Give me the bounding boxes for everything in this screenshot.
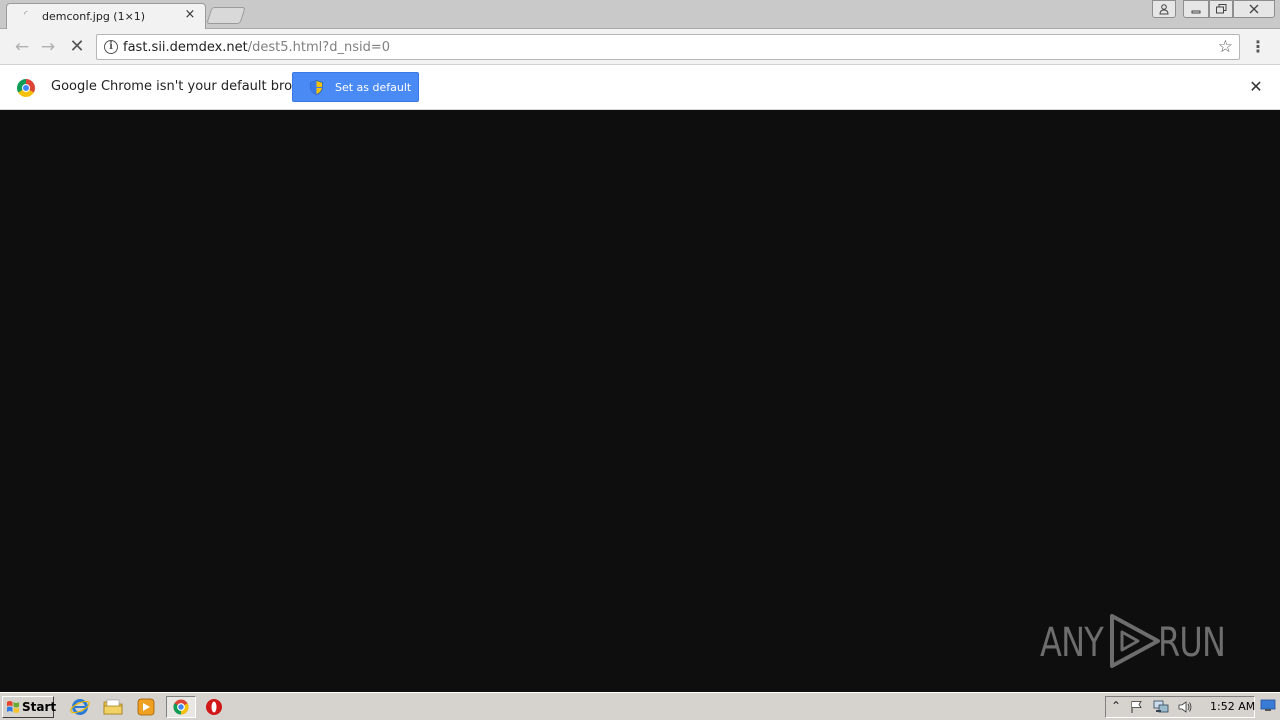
restore-icon [1215,4,1226,14]
network-icon[interactable] [1153,700,1169,714]
show-desktop-icon[interactable] [1260,698,1276,712]
start-button[interactable]: Start [2,696,57,718]
new-tab-button[interactable] [206,7,246,24]
volume-icon[interactable] [1177,700,1193,714]
tab-close-icon[interactable]: × [183,7,197,22]
infobar-message: Google Chrome isn't your default browser [51,79,323,94]
minimize-icon [1191,10,1201,14]
site-info-icon[interactable]: i [104,40,118,54]
chrome-logo-icon [17,79,35,97]
restore-button[interactable] [1209,0,1233,18]
bookmark-star-icon[interactable]: ☆ [1218,37,1233,57]
address-bar[interactable]: i fast.sii.demdex.net/dest5.html?d_nsid=… [96,34,1240,60]
page-content: ANY RUN [0,110,1280,692]
watermark-right-text: RUN [1158,620,1226,666]
internet-explorer-icon[interactable] [69,697,91,717]
browser-toolbar: ← → ✕ i fast.sii.demdex.net/dest5.html?d… [0,29,1280,65]
minimize-button[interactable] [1183,0,1209,18]
set-as-default-label: Set as default [335,81,412,94]
taskbar-clock[interactable]: 1:52 AM [1210,700,1255,713]
chrome-taskbar-button[interactable] [166,696,196,718]
url-text[interactable]: fast.sii.demdex.net/dest5.html?d_nsid=0 [123,40,390,55]
start-label: Start [22,700,57,714]
tab-title: demconf.jpg (1×1) [42,10,146,23]
show-hidden-icons-icon[interactable]: ⌃ [1111,699,1121,713]
close-window-button[interactable] [1233,0,1275,18]
browser-tab[interactable]: ◜ demconf.jpg (1×1) × [6,3,206,30]
back-arrow-icon[interactable]: ← [12,37,32,57]
set-as-default-button[interactable]: Set as default [292,72,419,102]
infobar-close-icon[interactable]: ✕ [1248,78,1264,96]
anyrun-watermark: ANY RUN [1040,608,1240,674]
default-browser-infobar: Google Chrome isn't your default browser… [0,65,1280,110]
close-icon [1249,4,1259,14]
uac-shield-icon [310,80,323,95]
chrome-menu-icon[interactable]: ⋮ [1250,37,1266,57]
system-tray: ⌃ 1:52 AM [1105,696,1255,718]
profile-button[interactable] [1152,0,1176,18]
forward-arrow-icon[interactable]: → [38,37,58,57]
windows-taskbar: Start ⌃ 1:52 AM [0,692,1280,720]
stop-loading-icon[interactable]: ✕ [67,37,87,57]
opera-icon[interactable] [203,697,225,717]
tab-strip: ◜ demconf.jpg (1×1) × [0,0,1280,30]
url-host: fast.sii.demdex.net [123,40,248,55]
media-player-icon[interactable] [135,697,157,717]
url-path: /dest5.html?d_nsid=0 [247,40,390,55]
loading-favicon-icon: ◜ [24,10,28,20]
watermark-left-text: ANY [1040,620,1104,666]
screen: ◜ demconf.jpg (1×1) × ← → ✕ i fast.sii.d… [0,0,1280,720]
user-icon [1159,4,1169,15]
action-center-flag-icon[interactable] [1130,700,1144,714]
chrome-icon [173,699,189,715]
windows-explorer-icon[interactable] [102,697,124,717]
windows-flag-icon [7,701,19,713]
